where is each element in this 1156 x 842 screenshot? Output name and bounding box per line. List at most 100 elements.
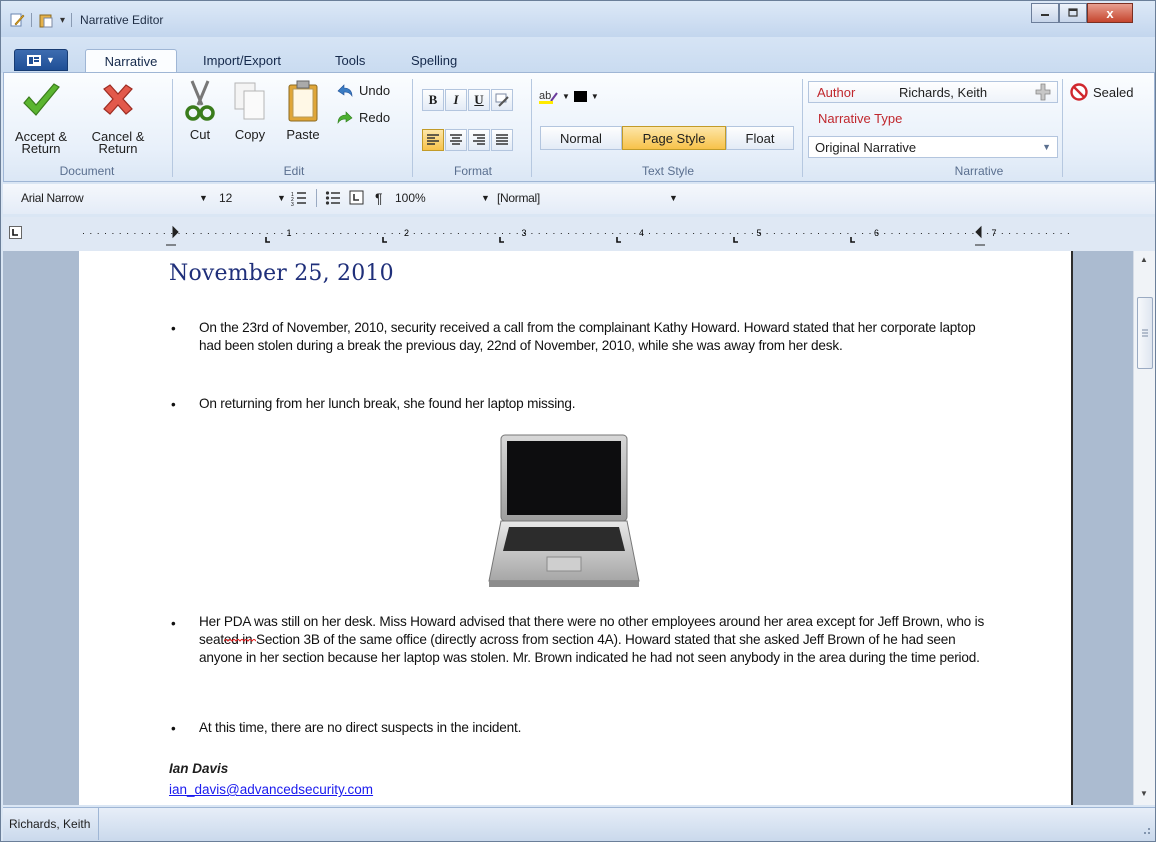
vertical-scrollbar[interactable]: ▲ ▼ <box>1133 251 1155 805</box>
align-left-button[interactable] <box>422 129 444 151</box>
tab-stop-marker <box>616 237 621 243</box>
align-right-button[interactable] <box>468 129 490 151</box>
show-formatting-button[interactable]: ¶ <box>375 190 383 206</box>
bullet-marker: • <box>171 321 176 336</box>
ruler-number: 3 <box>522 228 527 238</box>
sealed-button[interactable]: Sealed <box>1070 83 1133 101</box>
ruler-number: 2 <box>404 228 409 238</box>
alignment-buttons <box>422 129 513 151</box>
tab-import-export[interactable]: Import/Export <box>203 49 281 73</box>
tab-stop-marker <box>499 237 504 243</box>
group-divider <box>172 79 173 177</box>
align-left-icon <box>427 134 439 145</box>
spelling-squiggle <box>224 639 256 642</box>
ruler-number: 6 <box>874 228 879 238</box>
ruler-number: 1 <box>287 228 292 238</box>
svg-text:ab: ab <box>539 90 551 102</box>
chevron-down-icon: ▼ <box>590 91 599 101</box>
signature-name: Ian Davis <box>169 761 229 776</box>
group-divider <box>1062 79 1063 177</box>
paragraph-style-combo[interactable]: [Normal] <box>497 191 540 205</box>
style-page-style-button[interactable]: Page Style <box>622 126 726 150</box>
justify-button[interactable] <box>491 129 513 151</box>
qat-dropdown-icon[interactable]: ▾ <box>60 15 65 26</box>
scrollbar-thumb[interactable] <box>1137 297 1153 369</box>
tab-spelling[interactable]: Spelling <box>411 49 457 73</box>
signature-email-link[interactable]: ian_davis@advancedsecurity.com <box>169 782 373 797</box>
bold-button[interactable]: B <box>422 89 444 111</box>
tab-narrative[interactable]: Narrative <box>85 49 177 73</box>
redo-icon <box>337 111 353 124</box>
edit-document-icon[interactable] <box>9 12 25 28</box>
paste-icon[interactable] <box>38 12 54 28</box>
align-center-icon <box>450 134 462 145</box>
zoom-combo[interactable]: 100% <box>395 191 426 205</box>
maximize-button[interactable] <box>1059 3 1087 23</box>
underline-button[interactable]: U <box>468 89 490 111</box>
font-style-buttons: B I U <box>422 89 513 111</box>
accept-return-button[interactable]: Accept & Return <box>12 81 70 155</box>
bullet-list-icon[interactable] <box>325 190 341 209</box>
redo-button[interactable]: Redo <box>336 109 390 125</box>
copy-button[interactable]: Copy <box>228 79 272 141</box>
font-name-combo[interactable]: Arial Narrow <box>21 191 84 205</box>
svg-text:3: 3 <box>291 202 294 206</box>
scroll-down-icon[interactable]: ▼ <box>1140 789 1148 798</box>
document-scroll-area: November 25, 2010 • On the 23rd of Novem… <box>3 251 1133 805</box>
undo-button[interactable]: Undo <box>336 82 390 98</box>
resize-grip-icon[interactable] <box>1139 823 1151 838</box>
bullet-paragraph-3: Her PDA was still on her desk. Miss Howa… <box>199 614 985 665</box>
no-entry-icon <box>1070 83 1088 101</box>
laptop-photo[interactable] <box>487 431 641 594</box>
grip-icon <box>1142 329 1148 337</box>
edit-group: Cut Copy Paste Undo Redo Edit <box>174 73 414 181</box>
chevron-down-icon[interactable]: ▼ <box>481 193 490 203</box>
author-field[interactable]: Author Richards, Keith <box>808 81 1058 103</box>
bullet-paragraph-4: At this time, there are no direct suspec… <box>199 720 522 735</box>
copy-icon <box>234 82 265 120</box>
cut-label: Cut <box>189 127 211 142</box>
bullet-marker: • <box>171 397 176 412</box>
chevron-down-icon[interactable]: ▼ <box>199 193 208 203</box>
style-float-button[interactable]: Float <box>726 126 794 150</box>
clipboard-icon <box>288 80 318 122</box>
highlight-color-picker[interactable]: ab ▼ ▼ <box>538 87 599 105</box>
minimize-icon <box>1041 14 1049 16</box>
plus-icon <box>1035 83 1051 101</box>
document-page[interactable]: November 25, 2010 • On the 23rd of Novem… <box>79 251 1073 805</box>
align-center-button[interactable] <box>445 129 467 151</box>
minimize-button[interactable] <box>1031 3 1059 23</box>
tab-stop-icon[interactable] <box>349 190 365 209</box>
scissors-icon <box>185 80 215 121</box>
chevron-down-icon[interactable]: ▼ <box>669 193 678 203</box>
text-style-group: ab ▼ ▼ Normal Page Style Float Text Styl… <box>534 73 802 181</box>
author-value: Richards, Keith <box>899 84 988 100</box>
undo-icon <box>337 84 353 97</box>
ribbon-panel: Accept & Return Cancel & Return Document… <box>3 72 1155 182</box>
style-normal-button[interactable]: Normal <box>540 126 622 150</box>
clear-format-button[interactable] <box>491 89 513 111</box>
font-size-combo[interactable]: 12 <box>219 191 232 205</box>
add-author-button[interactable] <box>1035 83 1051 104</box>
italic-button[interactable]: I <box>445 89 467 111</box>
app-menu-icon <box>27 54 42 66</box>
narrative-type-select[interactable]: Original Narrative ▼ <box>808 136 1058 158</box>
toolbar-separator <box>71 13 73 27</box>
scroll-up-icon[interactable]: ▲ <box>1140 255 1148 264</box>
tab-tools[interactable]: Tools <box>335 49 365 73</box>
numbered-list-icon[interactable]: 123 <box>291 190 307 209</box>
application-menu-button[interactable]: ▼ <box>14 49 68 71</box>
narrative-type-label: Narrative Type <box>818 111 903 126</box>
chevron-down-icon[interactable]: ▼ <box>277 193 286 203</box>
text-style-group-label: Text Style <box>641 164 695 178</box>
close-button[interactable]: x <box>1087 3 1133 23</box>
tab-stop-marker <box>733 237 738 243</box>
narrative-group-label: Narrative <box>954 164 1004 178</box>
ribbon-tab-row: ▼ Narrative Import/Export Tools Spelling <box>1 37 1155 73</box>
cancel-return-button[interactable]: Cancel & Return <box>86 81 150 155</box>
cut-button[interactable]: Cut <box>180 79 220 141</box>
left-indent-marker <box>166 225 179 246</box>
undo-label: Undo <box>359 82 391 98</box>
paste-button[interactable]: Paste <box>280 79 326 141</box>
group-divider <box>412 79 413 177</box>
